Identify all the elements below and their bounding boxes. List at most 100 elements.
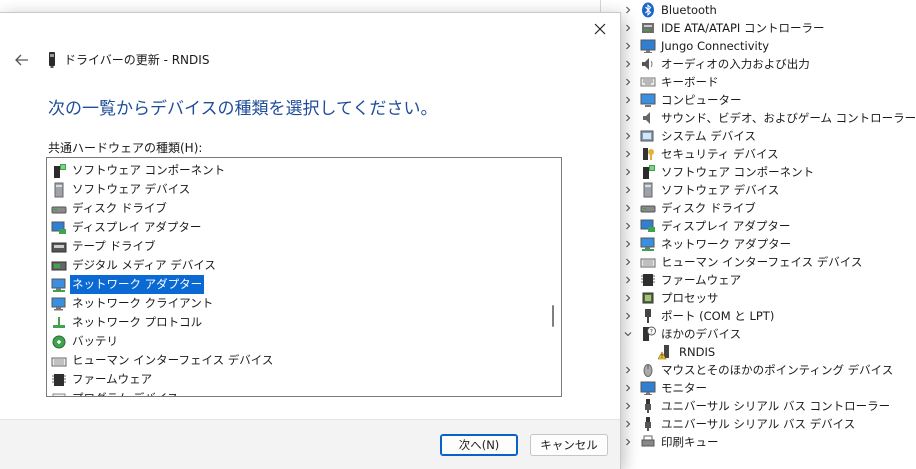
tree-category[interactable]: ディスク ドライブ [601,199,916,217]
tree-item-label: Jungo Connectivity [661,39,770,53]
firmware-icon [639,272,657,288]
list-item-label: ヒューマン インターフェイス デバイス [72,353,274,367]
cancel-button[interactable]: キャンセル [530,434,608,456]
tree-category[interactable]: オーディオの入力および出力 [601,55,916,73]
list-item[interactable]: バッテリ [51,332,120,351]
list-item-label: バッテリ [72,334,118,348]
tree-category[interactable]: ユニバーサル シリアル バス コントローラー [601,397,916,415]
update-driver-dialog: ドライバーの更新 - RNDIS 次の一覧からデバイスの種類を選択してください。… [0,12,621,469]
chevron-right-icon[interactable] [623,415,633,433]
tree-category[interactable]: セキュリティ デバイス [601,145,916,163]
list-item[interactable]: ネットワーク アダプター [51,275,205,294]
hardware-type-listbox[interactable]: ソフトウェア コンポーネントソフトウェア デバイスディスク ドライブディスプレイ… [46,157,562,397]
list-item[interactable]: デジタル メディア デバイス [51,256,218,275]
software-device-icon [51,182,67,198]
list-item[interactable]: ヒューマン インターフェイス デバイス [51,351,275,370]
tree-item-label: ヒューマン インターフェイス デバイス [661,255,863,269]
ide-controller-icon [639,20,657,36]
chevron-right-icon[interactable] [623,199,633,217]
chevron-right-icon[interactable] [623,397,633,415]
tree-category[interactable]: Bluetooth [601,1,916,19]
chevron-right-icon[interactable] [623,55,633,73]
list-item[interactable]: ファームウェア [51,370,154,389]
hid-icon [51,353,67,369]
tape-drive-icon [51,239,67,255]
chevron-right-icon[interactable] [623,19,633,37]
back-arrow-icon [15,54,28,66]
next-button[interactable]: 次へ(N) [440,434,518,456]
dialog-title: ドライバーの更新 - RNDIS [64,53,210,67]
tree-category[interactable]: キーボード [601,73,916,91]
keyboard-icon [639,74,657,90]
chevron-right-icon[interactable] [623,289,633,307]
chevron-down-icon[interactable] [623,325,633,343]
mouse-icon [639,362,657,378]
chevron-right-icon[interactable] [623,163,633,181]
chevron-right-icon[interactable] [623,379,633,397]
list-item[interactable]: ネットワーク プロトコル [51,313,204,332]
chevron-right-icon[interactable] [623,433,633,451]
chevron-right-icon[interactable] [623,235,633,253]
chevron-right-icon[interactable] [623,217,633,235]
chevron-right-icon[interactable] [623,253,633,271]
tree-category[interactable]: ソフトウェア コンポーネント [601,163,916,181]
chevron-right-icon[interactable] [623,1,633,19]
chevron-right-icon[interactable] [623,181,633,199]
list-item[interactable]: ネットワーク クライアント [51,294,215,313]
tree-category[interactable]: Jungo Connectivity [601,37,916,55]
tree-category[interactable]: ? ほかのデバイス [601,325,916,343]
usb-icon [639,398,657,414]
list-item-label: ディスク ドライブ [72,201,167,215]
tree-category[interactable]: ポート (COM と LPT) [601,307,916,325]
list-item[interactable]: ソフトウェア コンポーネント [51,161,227,180]
tree-category[interactable]: ユニバーサル シリアル バス デバイス [601,415,916,433]
list-item[interactable]: プログラム デバイス… [51,389,192,396]
list-item[interactable]: テープ ドライブ [51,237,157,256]
list-item-label: ネットワーク プロトコル [72,315,203,329]
tree-category[interactable]: コンピューター [601,91,916,109]
tree-category[interactable]: マウスとそのほかのポインティング デバイス [601,361,916,379]
chevron-right-icon[interactable] [623,361,633,379]
chevron-right-icon[interactable] [623,37,633,55]
processor-icon [639,290,657,306]
chevron-right-icon[interactable] [623,271,633,289]
chevron-right-icon[interactable] [623,109,633,127]
tree-item-label: ほかのデバイス [661,327,742,341]
tree-category[interactable]: プロセッサ [601,289,916,307]
tree-category[interactable]: ヒューマン インターフェイス デバイス [601,253,916,271]
chevron-right-icon[interactable] [623,127,633,145]
tree-category[interactable]: モニター [601,379,916,397]
tree-category[interactable]: ディスプレイ アダプター [601,217,916,235]
tree-child-item[interactable]: RNDIS [601,343,916,361]
bluetooth-icon [639,2,657,18]
scrollbar-thumb[interactable] [552,305,554,327]
list-item[interactable]: ディスク ドライブ [51,199,169,218]
close-button[interactable] [588,17,612,41]
chevron-right-icon[interactable] [623,73,633,91]
chevron-right-icon[interactable] [623,145,633,163]
hardware-type-label: 共通ハードウェアの種類(H): [48,141,203,155]
chevron-right-icon[interactable] [623,307,633,325]
tree-item-label: サウンド、ビデオ、およびゲーム コントローラー [661,111,916,125]
back-button[interactable] [12,51,32,69]
computer-icon [639,92,657,108]
tree-item-label: マウスとそのほかのポインティング デバイス [661,363,894,377]
tree-category[interactable]: ネットワーク アダプター [601,235,916,253]
monitor-icon [639,380,657,396]
list-item[interactable]: ディスプレイ アダプター [51,218,203,237]
list-item[interactable]: ソフトウェア デバイス [51,180,192,199]
tree-category[interactable]: ソフトウェア デバイス [601,181,916,199]
tree-category[interactable]: 印刷キュー [601,433,916,451]
tree-category[interactable]: サウンド、ビデオ、およびゲーム コントローラー [601,109,916,127]
list-item-label: ソフトウェア コンポーネント [72,163,226,177]
listbox-scrollbar[interactable] [545,158,561,396]
chevron-right-icon[interactable] [623,91,633,109]
tree-category[interactable]: IDE ATA/ATAPI コントローラー [601,19,916,37]
tree-category[interactable]: ファームウェア [601,271,916,289]
tree-item-label: 印刷キュー [661,435,719,449]
network-adapter-icon [51,277,67,293]
list-item-label: ネットワーク クライアント [72,296,214,310]
tree-category[interactable]: システム デバイス [601,127,916,145]
port-icon [639,308,657,324]
list-item-label: テープ ドライブ [72,239,156,253]
